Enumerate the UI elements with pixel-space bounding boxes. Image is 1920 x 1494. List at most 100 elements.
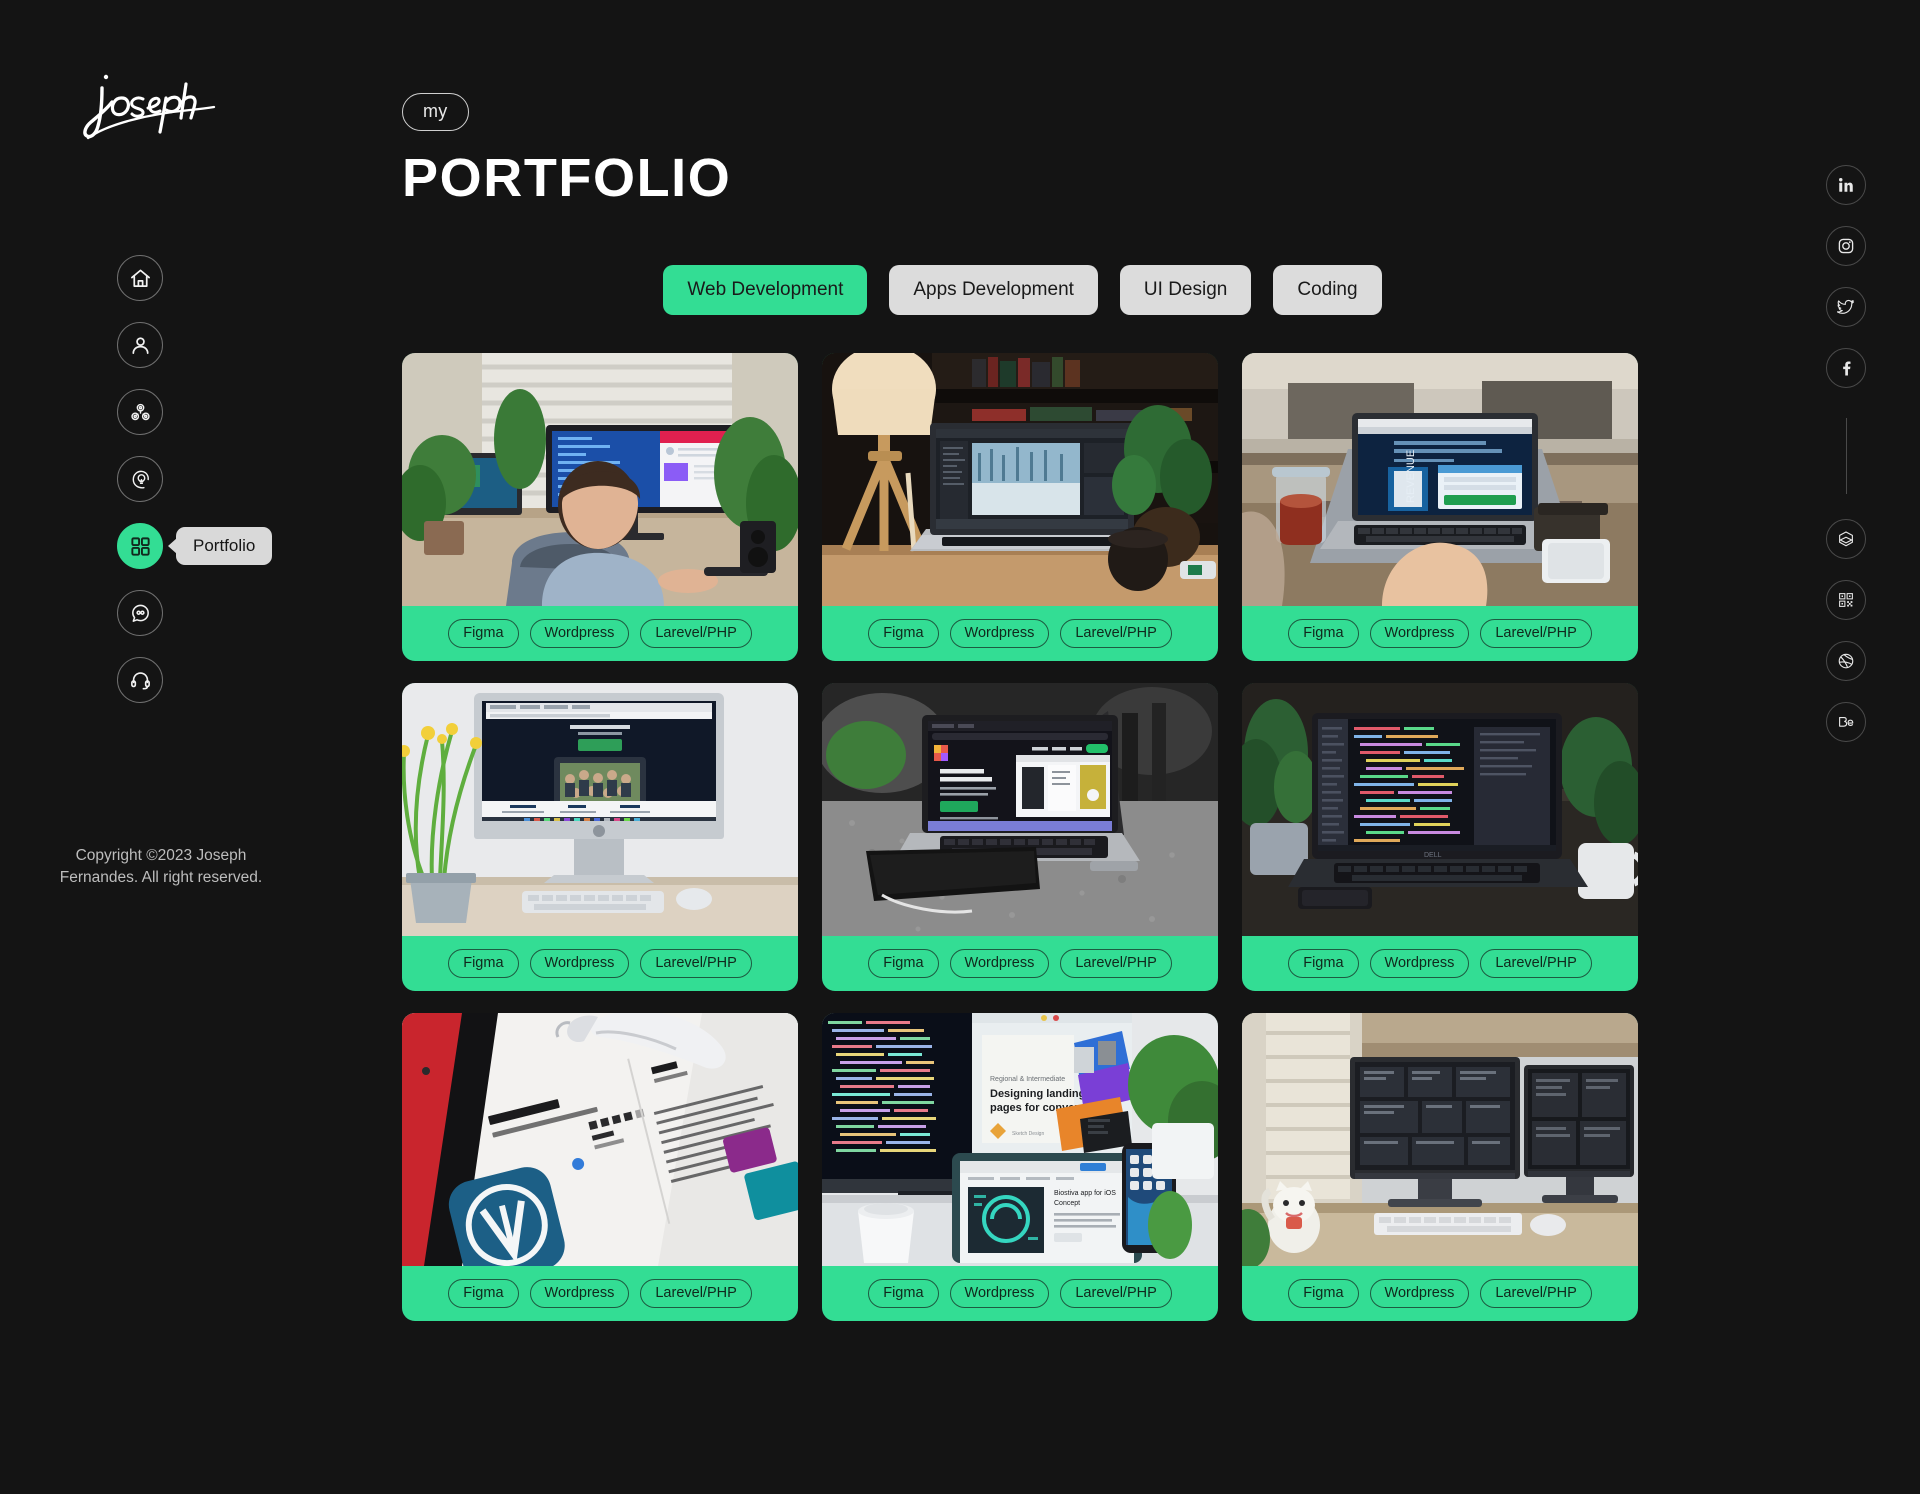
project-thumbnail — [822, 353, 1218, 606]
sidebar-tooltip: Portfolio — [176, 527, 273, 565]
headset-icon — [129, 669, 152, 692]
tag-laravel-php[interactable]: Larevel/PHP — [1480, 949, 1592, 978]
project-thumbnail — [402, 683, 798, 936]
tag-figma[interactable]: Figma — [868, 949, 939, 978]
tab-apps-development[interactable]: Apps Development — [889, 265, 1098, 315]
svg-text:REVENUE: REVENUE — [1405, 450, 1417, 503]
project-thumbnail: DELL — [1242, 683, 1638, 936]
head-idea-icon — [129, 468, 152, 491]
tag-wordpress[interactable]: Wordpress — [949, 1279, 1050, 1308]
tag-laravel-php[interactable]: Larevel/PHP — [1060, 619, 1172, 648]
project-card[interactable]: REVENUE Figma Wordpress Larevel/PHP — [1242, 353, 1638, 661]
project-card[interactable]: Figma Wordpress Larevel/PHP — [822, 683, 1218, 991]
project-card[interactable]: Figma Wordpress Larevel/PHP — [1242, 1013, 1638, 1321]
tag-wordpress[interactable]: Wordpress — [1369, 949, 1470, 978]
tag-laravel-php[interactable]: Larevel/PHP — [1480, 619, 1592, 648]
sidebar-item-resume[interactable] — [117, 456, 163, 502]
project-card[interactable]: Figma Wordpress Larevel/PHP — [402, 1013, 798, 1321]
tag-laravel-php[interactable]: Larevel/PHP — [1060, 1279, 1172, 1308]
tab-coding[interactable]: Coding — [1273, 265, 1382, 315]
project-thumbnail: REVENUE — [1242, 353, 1638, 606]
project-card[interactable]: DELL Figma Wordpress Larevel/PHP — [1242, 683, 1638, 991]
tag-laravel-php[interactable]: Larevel/PHP — [640, 1279, 752, 1308]
project-tags: Figma Wordpress Larevel/PHP — [822, 606, 1218, 661]
svg-text:Concept: Concept — [1054, 1200, 1080, 1207]
social-dribbble[interactable] — [1826, 641, 1866, 681]
grid-icon — [129, 535, 152, 558]
project-tags: Figma Wordpress Larevel/PHP — [1242, 1266, 1638, 1321]
social-rail — [1826, 165, 1866, 763]
tag-wordpress[interactable]: Wordpress — [1369, 1279, 1470, 1308]
tag-figma[interactable]: Figma — [868, 1279, 939, 1308]
project-thumbnail — [822, 683, 1218, 936]
project-thumbnail — [402, 353, 798, 606]
sidebar-item-home[interactable] — [117, 255, 163, 301]
tag-figma[interactable]: Figma — [1288, 949, 1359, 978]
tag-laravel-php[interactable]: Larevel/PHP — [640, 619, 752, 648]
tag-laravel-php[interactable]: Larevel/PHP — [640, 949, 752, 978]
social-linkedin[interactable] — [1826, 165, 1866, 205]
project-card[interactable]: Figma Wordpress Larevel/PHP — [402, 353, 798, 661]
project-thumbnail: Regional & Intermediate Designing landin… — [822, 1013, 1218, 1266]
tag-figma[interactable]: Figma — [868, 619, 939, 648]
project-card[interactable]: Regional & Intermediate Designing landin… — [822, 1013, 1218, 1321]
portfolio-page: Portfolio Copyright ©2023 Joseph Fernand… — [0, 0, 1920, 1494]
project-thumbnail — [1242, 1013, 1638, 1266]
tag-figma[interactable]: Figma — [448, 949, 519, 978]
project-thumbnail — [402, 1013, 798, 1266]
svg-text:Biostiva app for iOS: Biostiva app for iOS — [1054, 1190, 1116, 1197]
chat-bubble-icon — [129, 602, 152, 625]
logo-joseph[interactable] — [68, 62, 228, 148]
tag-wordpress[interactable]: Wordpress — [529, 949, 630, 978]
social-behance[interactable] — [1826, 702, 1866, 742]
sidebar-item-services[interactable] — [117, 389, 163, 435]
tag-laravel-php[interactable]: Larevel/PHP — [1060, 949, 1172, 978]
section-badge: my — [402, 93, 469, 131]
sidebar-item-about[interactable] — [117, 322, 163, 368]
project-tags: Figma Wordpress Larevel/PHP — [402, 606, 798, 661]
social-instagram[interactable] — [1826, 226, 1866, 266]
sidebar-item-contact[interactable] — [117, 657, 163, 703]
copyright-line-2: Fernandes. All right reserved. — [59, 869, 263, 886]
social-layers[interactable] — [1826, 519, 1866, 559]
social-twitter[interactable] — [1826, 287, 1866, 327]
sidebar-nav: Portfolio — [117, 255, 273, 703]
home-icon — [129, 267, 152, 290]
project-tags: Figma Wordpress Larevel/PHP — [1242, 936, 1638, 991]
sidebar-item-portfolio[interactable]: Portfolio — [117, 523, 273, 569]
sidebar: Portfolio Copyright ©2023 Joseph Fernand… — [0, 0, 400, 1494]
tag-wordpress[interactable]: Wordpress — [949, 949, 1050, 978]
project-card[interactable]: Figma Wordpress Larevel/PHP — [402, 683, 798, 991]
project-grid: Figma Wordpress Larevel/PHP Figma Wordpr… — [402, 353, 1638, 1321]
tag-laravel-php[interactable]: Larevel/PHP — [1480, 1279, 1592, 1308]
project-card[interactable]: Figma Wordpress Larevel/PHP — [822, 353, 1218, 661]
tag-wordpress[interactable]: Wordpress — [529, 1279, 630, 1308]
project-tags: Figma Wordpress Larevel/PHP — [402, 1266, 798, 1321]
tag-figma[interactable]: Figma — [448, 1279, 519, 1308]
svg-text:Sketch Design: Sketch Design — [1012, 1131, 1044, 1137]
project-tags: Figma Wordpress Larevel/PHP — [822, 1266, 1218, 1321]
tab-web-development[interactable]: Web Development — [663, 265, 868, 315]
tab-ui-design[interactable]: UI Design — [1119, 265, 1252, 315]
social-qr[interactable] — [1826, 580, 1866, 620]
copyright-line-1: Copyright ©2023 Joseph — [75, 847, 247, 864]
project-tags: Figma Wordpress Larevel/PHP — [1242, 606, 1638, 661]
tag-figma[interactable]: Figma — [448, 619, 519, 648]
user-icon — [129, 334, 152, 357]
tag-wordpress[interactable]: Wordpress — [1369, 619, 1470, 648]
filter-tabs: Web Development Apps Development UI Desi… — [400, 265, 1750, 315]
svg-text:Designing landing: Designing landing — [990, 1088, 1085, 1100]
gears-icon — [129, 401, 152, 424]
linkedin-icon — [1837, 176, 1855, 194]
tag-figma[interactable]: Figma — [1288, 619, 1359, 648]
social-facebook[interactable] — [1826, 348, 1866, 388]
tag-figma[interactable]: Figma — [1288, 1279, 1359, 1308]
qr-code-icon — [1837, 591, 1855, 609]
tag-wordpress[interactable]: Wordpress — [949, 619, 1050, 648]
behance-icon — [1837, 713, 1855, 731]
hexagon-layers-icon — [1837, 530, 1855, 548]
tag-wordpress[interactable]: Wordpress — [529, 619, 630, 648]
main-content: my PORTFOLIO Web Development Apps Develo… — [400, 0, 1750, 1321]
sidebar-item-testimonials[interactable] — [117, 590, 163, 636]
facebook-icon — [1837, 359, 1855, 377]
